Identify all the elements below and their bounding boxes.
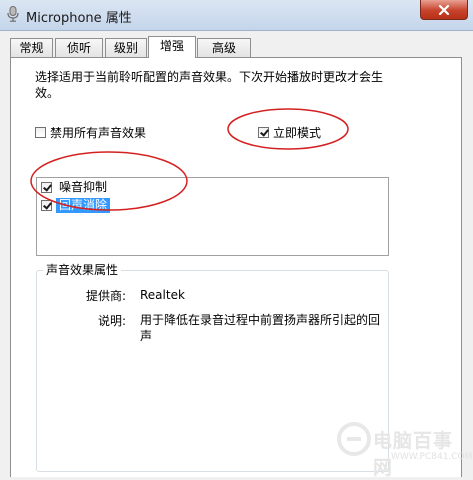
watermark: 电脑百事网 WWW.PC841.COM bbox=[335, 410, 473, 479]
tab-listen[interactable]: 侦听 bbox=[55, 38, 103, 57]
title-bar: Microphone 属性 bbox=[0, 0, 473, 31]
description-label: 说明: bbox=[97, 314, 126, 328]
disable-all-label: 禁用所有声音效果 bbox=[50, 126, 147, 140]
enhancements-description: 选择适用于当前聆听配置的声音效果。下次开始播放时更改才会生效。 bbox=[35, 70, 384, 100]
effect-item-noise-suppression[interactable]: 噪音抑制 bbox=[41, 180, 110, 195]
group-title: 声音效果属性 bbox=[43, 261, 122, 278]
microphone-icon bbox=[7, 6, 19, 22]
provider-value: Realtek bbox=[140, 288, 185, 302]
close-icon bbox=[438, 4, 450, 15]
description-value: 用于降低在录音过程中前置扬声器所引起的回声 bbox=[140, 313, 381, 343]
effect-label: 回声消除 bbox=[56, 198, 111, 213]
effect-label: 噪音抑制 bbox=[59, 180, 108, 194]
effects-list[interactable]: 噪音抑制 回声消除 bbox=[36, 177, 389, 256]
effect-item-echo-cancellation[interactable]: 回声消除 bbox=[41, 198, 111, 213]
close-button[interactable] bbox=[420, 0, 468, 20]
disable-all-checkbox-box[interactable] bbox=[35, 127, 46, 138]
tab-advanced[interactable]: 高级 bbox=[197, 38, 251, 57]
tab-enhancements[interactable]: 增强 bbox=[148, 36, 196, 58]
immediate-mode-checkbox-box[interactable] bbox=[258, 127, 269, 138]
watermark-logo-icon bbox=[337, 422, 371, 456]
watermark-url: WWW.PC841.COM bbox=[391, 452, 473, 462]
noise-suppression-checkbox[interactable] bbox=[41, 182, 52, 193]
provider-label: 提供商: bbox=[85, 289, 126, 303]
disable-all-effects-checkbox[interactable]: 禁用所有声音效果 bbox=[35, 124, 146, 141]
immediate-mode-label: 立即模式 bbox=[273, 126, 322, 140]
tab-general[interactable]: 常规 bbox=[10, 38, 53, 57]
immediate-mode-checkbox[interactable]: 立即模式 bbox=[258, 124, 321, 141]
echo-cancellation-checkbox[interactable] bbox=[41, 200, 52, 211]
window-title: Microphone 属性 bbox=[26, 11, 132, 26]
tab-levels[interactable]: 级别 bbox=[105, 38, 147, 57]
